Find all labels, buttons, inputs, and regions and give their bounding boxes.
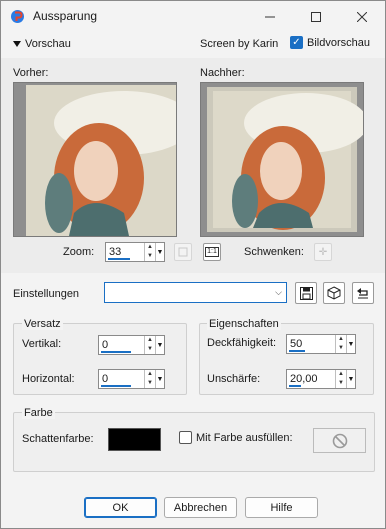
horizontal-value: 0 bbox=[102, 373, 109, 385]
one-to-one-icon: 1:1 bbox=[205, 247, 219, 257]
show-preview-checkbox[interactable]: ✓ Bildvorschau bbox=[290, 36, 370, 49]
portrait-image bbox=[14, 83, 176, 236]
zoom-value: 33 bbox=[109, 246, 122, 258]
fit-icon bbox=[178, 247, 188, 257]
preview-toggle-label: Vorschau bbox=[25, 38, 71, 50]
portrait-image-shadow bbox=[201, 83, 363, 236]
zoom-stepper[interactable]: 33 ▲ ▼ ▼ bbox=[105, 242, 165, 262]
zoom-spin-arrows[interactable]: ▲ ▼ bbox=[144, 243, 155, 261]
blur-dropdown-icon[interactable]: ▼ bbox=[346, 370, 355, 388]
pan-button[interactable]: ✛ bbox=[314, 243, 332, 261]
blur-label: Unschärfe: bbox=[207, 373, 261, 385]
vertical-label: Vertikal: bbox=[22, 338, 62, 350]
vertical-dropdown-icon[interactable]: ▼ bbox=[155, 336, 164, 354]
preview-area: Vorher: Nachher: Zoom: 33 ▲ ▼ ▼ 1:1 Schw… bbox=[1, 58, 385, 273]
vertical-value: 0 bbox=[102, 339, 109, 351]
pan-label: Schwenken: bbox=[244, 246, 304, 258]
vertical-spin-arrows[interactable]: ▲ ▼ bbox=[144, 336, 155, 354]
before-preview[interactable] bbox=[13, 82, 177, 237]
checkmark-icon: ✓ bbox=[290, 36, 303, 49]
vertical-stepper[interactable]: 0 ▲ ▼ ▼ bbox=[98, 335, 165, 355]
triangle-down-icon bbox=[13, 41, 21, 47]
shadow-color-swatch[interactable] bbox=[108, 428, 161, 451]
show-preview-label: Bildvorschau bbox=[307, 36, 370, 49]
fill-color-label: Mit Farbe ausfüllen: bbox=[196, 431, 293, 444]
fill-color-swatch[interactable] bbox=[313, 428, 366, 453]
maximize-icon bbox=[311, 11, 321, 22]
horizontal-dropdown-icon[interactable]: ▼ bbox=[155, 370, 164, 388]
opacity-stepper[interactable]: 50 ▲ ▼ ▼ bbox=[286, 334, 356, 354]
horizontal-stepper[interactable]: 0 ▲ ▼ ▼ bbox=[98, 369, 165, 389]
blur-stepper[interactable]: 20,00 ▲ ▼ ▼ bbox=[286, 369, 356, 389]
zoom-label: Zoom: bbox=[63, 246, 95, 258]
checkbox-icon bbox=[179, 431, 192, 444]
blur-spin-arrows[interactable]: ▲ ▼ bbox=[335, 370, 346, 388]
randomize-button[interactable] bbox=[323, 282, 345, 304]
dice-icon bbox=[327, 286, 341, 300]
fill-color-checkbox[interactable]: Mit Farbe ausfüllen: bbox=[179, 431, 293, 444]
horizontal-spin-arrows[interactable]: ▲ ▼ bbox=[144, 370, 155, 388]
reset-button[interactable] bbox=[352, 282, 374, 304]
horizontal-label: Horizontal: bbox=[22, 373, 75, 385]
preset-combobox[interactable]: ⌵ bbox=[104, 282, 287, 303]
settings-label: Einstellungen bbox=[13, 288, 80, 300]
minimize-button[interactable] bbox=[247, 1, 293, 32]
reset-icon bbox=[357, 288, 368, 299]
prohibited-icon bbox=[332, 433, 347, 448]
preview-header: Vorschau Screen by Karin ✓ Bildvorschau bbox=[1, 32, 385, 58]
opacity-label: Deckfähigkeit: bbox=[207, 337, 277, 349]
after-label: Nachher: bbox=[200, 67, 245, 79]
save-preset-button[interactable] bbox=[295, 282, 317, 304]
zoom-dropdown-icon[interactable]: ▼ bbox=[155, 243, 164, 261]
zoom-fit-button[interactable] bbox=[174, 243, 192, 261]
ok-button[interactable]: OK bbox=[84, 497, 157, 518]
help-button[interactable]: Hilfe bbox=[245, 497, 318, 518]
minimize-icon bbox=[265, 16, 275, 17]
save-icon bbox=[299, 286, 313, 300]
cancel-button[interactable]: Abbrechen bbox=[164, 497, 237, 518]
maximize-button[interactable] bbox=[293, 1, 339, 32]
opacity-dropdown-icon[interactable]: ▼ bbox=[346, 335, 355, 353]
offset-group-title: Versatz bbox=[22, 318, 63, 330]
credit-text: Screen by Karin bbox=[200, 38, 279, 50]
move-icon: ✛ bbox=[318, 246, 328, 258]
opacity-spin-arrows[interactable]: ▲ ▼ bbox=[335, 335, 346, 353]
properties-group-title: Eigenschaften bbox=[207, 318, 281, 330]
shadow-color-label: Schattenfarbe: bbox=[22, 433, 94, 445]
chevron-down-icon: ⌵ bbox=[275, 287, 282, 297]
after-preview[interactable] bbox=[200, 82, 364, 237]
before-label: Vorher: bbox=[13, 67, 49, 79]
preview-toggle[interactable]: Vorschau bbox=[13, 38, 71, 50]
zoom-100-button[interactable]: 1:1 bbox=[203, 243, 221, 261]
window-title: Aussparung bbox=[33, 9, 98, 23]
close-button[interactable] bbox=[339, 1, 385, 32]
blur-value: 20,00 bbox=[290, 373, 318, 385]
color-group-title: Farbe bbox=[22, 407, 55, 419]
title-bar: Aussparung bbox=[1, 1, 385, 32]
app-icon bbox=[11, 10, 24, 23]
dialog-window: Aussparung Vorschau Screen by Karin ✓ Bi… bbox=[0, 0, 386, 529]
close-icon bbox=[357, 11, 367, 22]
opacity-value: 50 bbox=[290, 338, 303, 350]
